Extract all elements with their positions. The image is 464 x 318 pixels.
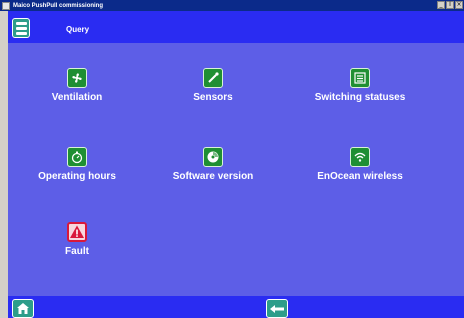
list-menu-icon-bar: [15, 26, 27, 30]
home-button[interactable]: [12, 299, 34, 318]
tile-fault[interactable]: Fault: [17, 222, 137, 257]
disc-icon: [203, 147, 223, 167]
switch-list-icon: [350, 68, 370, 88]
stopwatch-icon: [67, 147, 87, 167]
tile-switching-statuses[interactable]: Switching statuses: [300, 68, 420, 103]
maximize-button[interactable]: І: [446, 1, 454, 9]
tile-software-version[interactable]: Software version: [153, 147, 273, 182]
sensor-probe-icon: [203, 68, 223, 88]
warning-icon: [67, 222, 87, 242]
home-icon: [17, 303, 29, 314]
tile-sensors[interactable]: Sensors: [153, 68, 273, 103]
list-menu-button[interactable]: [12, 18, 30, 38]
tile-label: Software version: [172, 171, 254, 182]
back-button[interactable]: [266, 299, 288, 318]
header-bar: Query: [8, 11, 464, 43]
tile-label: Switching statuses: [314, 92, 406, 103]
wireless-icon: [350, 147, 370, 167]
tile-ventilation[interactable]: Ventilation: [17, 68, 137, 103]
page-title: Query: [66, 25, 90, 34]
fan-icon: [67, 68, 87, 88]
tile-label: Fault: [65, 246, 89, 257]
app-area: Query Ventilation Sensors Switching stat…: [8, 11, 464, 318]
tile-label: Operating hours: [38, 171, 116, 182]
window-titlebar: Maico PushPull commissioning _ І ×: [0, 0, 464, 11]
app-icon: [2, 1, 10, 10]
window-controls: _ І ×: [437, 1, 463, 9]
tile-operating-hours[interactable]: Operating hours: [17, 147, 137, 182]
list-menu-icon: [15, 21, 27, 25]
window-title: Maico PushPull commissioning: [13, 2, 104, 9]
window-left-border: [0, 11, 8, 318]
minimize-button[interactable]: _: [437, 1, 445, 9]
tile-enocean-wireless[interactable]: EnOcean wireless: [300, 147, 420, 182]
tile-label: EnOcean wireless: [317, 171, 403, 182]
tile-label: Ventilation: [51, 92, 103, 103]
tile-label: Sensors: [193, 92, 233, 103]
back-arrow-icon: [270, 304, 284, 313]
close-button[interactable]: ×: [455, 1, 463, 9]
footer-bar: [8, 296, 464, 318]
list-menu-icon-bar: [15, 31, 27, 35]
